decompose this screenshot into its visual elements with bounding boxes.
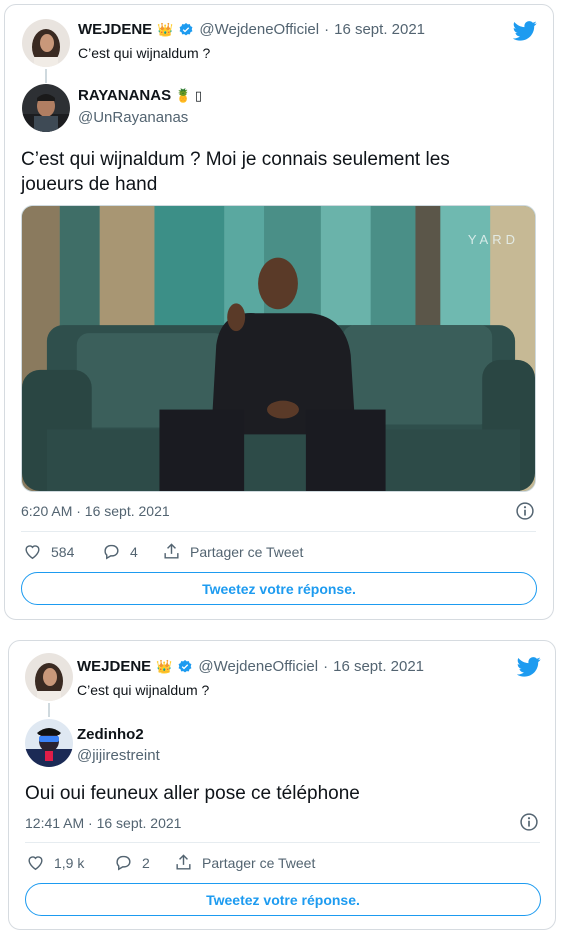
info-icon[interactable] [519, 812, 539, 832]
twitter-bird-icon[interactable] [517, 657, 541, 677]
like-count: 1,9 k [54, 854, 85, 871]
share-icon [164, 543, 179, 559]
wejdene-avatar[interactable] [22, 19, 70, 67]
heart-icon [28, 856, 43, 871]
quoted-header: WEJDENE 👑 @WejdeneOfficiel · 16 sept. 20… [77, 658, 424, 675]
share-label: Partager ce Tweet [202, 854, 316, 871]
quoted-handle[interactable]: @WejdeneOfficiel [199, 21, 319, 38]
info-icon[interactable] [515, 501, 535, 521]
verified-badge-icon [178, 659, 192, 672]
quoted-text: C’est qui wijnaldum ? [78, 45, 211, 61]
share-label: Partager ce Tweet [190, 543, 304, 560]
heart-icon [25, 545, 40, 560]
like-action[interactable]: 584 [23, 542, 74, 561]
reply-count: 4 [130, 543, 138, 560]
pineapple-emoji-icon: 🍍 ▯ [175, 87, 203, 103]
video-watermark: YARD [467, 232, 519, 247]
tweet-card-1: WEJDENE 👑 @WejdeneOfficiel · 16 sept. 20… [4, 4, 554, 620]
author-display-name[interactable]: Zedinho2 [77, 726, 144, 743]
share-action[interactable]: Partager ce Tweet [162, 542, 303, 561]
author-display-name[interactable]: RAYANANAS [78, 87, 171, 104]
tweet-video[interactable]: YARD [21, 205, 536, 492]
quoted-display-name[interactable]: WEJDENE [78, 21, 152, 38]
author-handle[interactable]: @UnRayananas [78, 109, 188, 126]
divider [21, 531, 536, 532]
timestamp[interactable]: 6:20 AM · 16 sept. 2021 [21, 503, 170, 519]
crown-emoji-icon: 👑 [156, 658, 173, 674]
share-icon [176, 854, 191, 870]
quoted-text: C’est qui wijnaldum ? [77, 682, 210, 698]
verified-badge-icon [179, 22, 193, 35]
twitter-bird-icon[interactable] [513, 21, 537, 41]
like-action[interactable]: 1,9 k [26, 853, 84, 872]
wejdene-avatar[interactable] [25, 653, 73, 701]
tweet-text: Oui oui feuneux aller pose ce téléphone [25, 783, 360, 804]
tweet-text: C’est qui wijnaldum ? Moi je connais seu… [21, 149, 450, 195]
share-action[interactable]: Partager ce Tweet [174, 853, 315, 872]
quoted-header: WEJDENE 👑 @WejdeneOfficiel · 16 sept. 20… [78, 21, 425, 38]
tweet-reply-button[interactable]: Tweetez votre réponse. [25, 883, 541, 916]
reply-bubble-icon [104, 544, 119, 560]
zedinho-avatar[interactable] [25, 719, 73, 767]
separator: · [323, 658, 329, 675]
thread-line [48, 703, 50, 717]
reply-action[interactable]: 4 [102, 542, 138, 561]
divider [25, 842, 540, 843]
tweet-card-2: WEJDENE 👑 @WejdeneOfficiel · 16 sept. 20… [8, 640, 556, 930]
reply-count: 2 [142, 854, 150, 871]
quoted-date[interactable]: 16 sept. 2021 [334, 21, 425, 38]
author-handle[interactable]: @jijirestreint [77, 747, 160, 764]
reply-action[interactable]: 2 [114, 853, 150, 872]
rayananas-avatar[interactable] [22, 84, 70, 132]
video-frame [22, 206, 535, 491]
reply-bubble-icon [116, 855, 131, 871]
quoted-handle[interactable]: @WejdeneOfficiel [198, 658, 318, 675]
tweet-reply-button[interactable]: Tweetez votre réponse. [21, 572, 537, 605]
crown-emoji-icon: 👑 [157, 21, 174, 37]
separator: · [324, 21, 330, 38]
thread-line [45, 69, 47, 83]
quoted-display-name[interactable]: WEJDENE [77, 658, 151, 675]
timestamp[interactable]: 12:41 AM · 16 sept. 2021 [25, 815, 181, 831]
quoted-date[interactable]: 16 sept. 2021 [333, 658, 424, 675]
author-name-row: RAYANANAS 🍍 ▯ [78, 87, 202, 104]
like-count: 584 [51, 543, 75, 560]
